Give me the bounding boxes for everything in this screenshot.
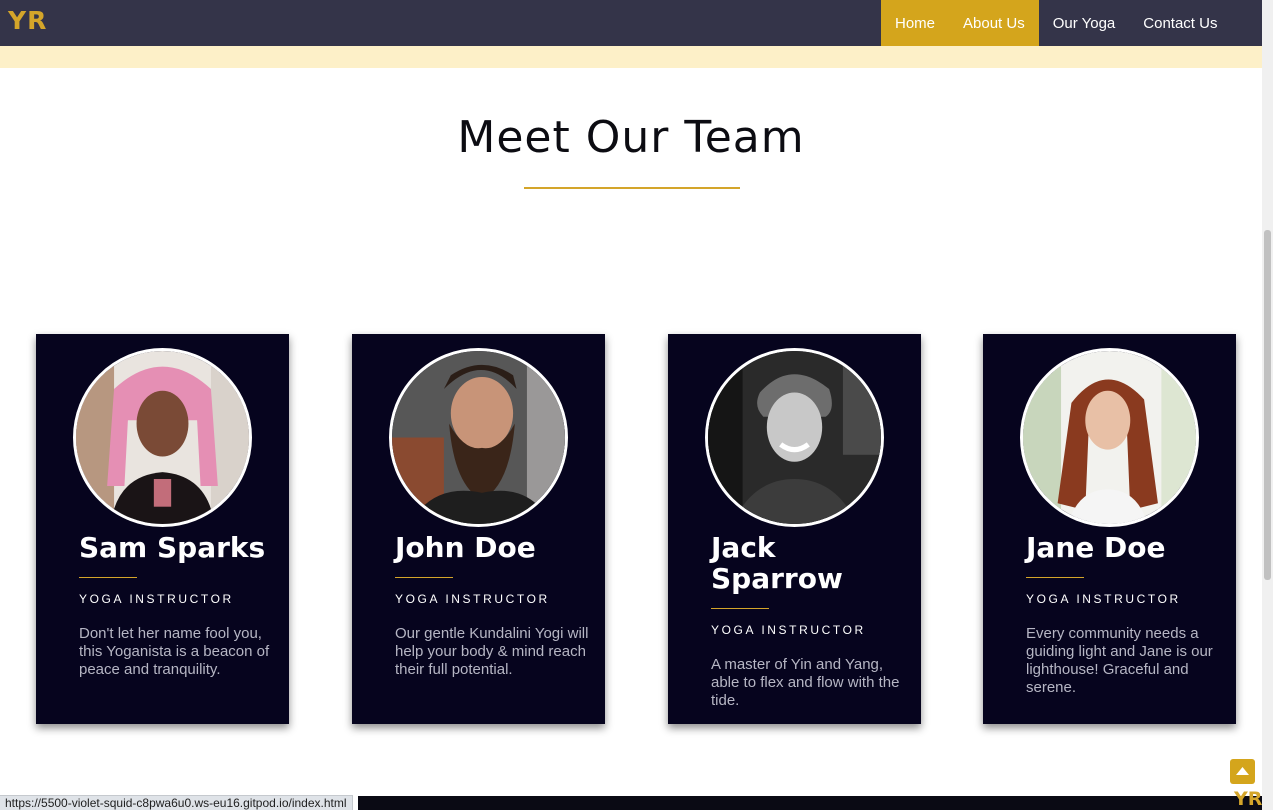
card-role: YOGA INSTRUCTOR: [711, 623, 866, 637]
scrollbar-thumb[interactable]: [1264, 230, 1271, 580]
avatar: [73, 348, 252, 527]
card-divider: [711, 608, 769, 609]
section-title: Meet Our Team: [457, 112, 805, 163]
card-name: Sam Sparks: [79, 531, 266, 564]
card-role: YOGA INSTRUCTOR: [1026, 592, 1181, 606]
team-card-jane-doe: Jane Doe YOGA INSTRUCTOR Every community…: [983, 334, 1236, 724]
card-description: Our gentle Kundalini Yogi will help your…: [395, 625, 589, 678]
nav-link-contact-us[interactable]: Contact Us: [1129, 0, 1231, 46]
card-name: Jack Sparrow: [711, 531, 843, 595]
chevron-up-icon: [1236, 767, 1249, 775]
nav-link-home[interactable]: Home: [881, 0, 950, 46]
page-scrollbar[interactable]: [1262, 0, 1273, 810]
team-card-sam-sparks: Sam Sparks YOGA INSTRUCTOR Don't let her…: [36, 334, 289, 724]
banner-strip: [0, 46, 1262, 68]
card-description: Every community needs a guiding light an…: [1026, 625, 1213, 696]
status-url-tooltip: https://5500-violet-squid-c8pwa6u0.ws-eu…: [0, 795, 353, 810]
nav-link-our-yoga[interactable]: Our Yoga: [1039, 0, 1130, 46]
team-card-jack-sparrow: Jack Sparrow YOGA INSTRUCTOR A master of…: [668, 334, 921, 724]
scroll-to-top-button[interactable]: [1230, 759, 1255, 784]
card-name: Jane Doe: [1026, 531, 1166, 564]
card-role: YOGA INSTRUCTOR: [395, 592, 550, 606]
card-description: Don't let her name fool you, this Yogani…: [79, 625, 270, 678]
team-card-john-doe: John Doe YOGA INSTRUCTOR Our gentle Kund…: [352, 334, 605, 724]
footer-logo: YR: [1234, 788, 1263, 810]
card-divider: [79, 577, 137, 578]
footer-bar: [358, 796, 1262, 810]
card-divider: [1026, 577, 1084, 578]
navbar: YR Home About Us Our Yoga Contact Us: [0, 0, 1262, 46]
nav-link-about-us[interactable]: About Us: [949, 0, 1039, 46]
avatar: [389, 348, 568, 527]
page: YR Home About Us Our Yoga Contact Us Mee…: [0, 0, 1273, 810]
card-divider: [395, 577, 453, 578]
site-logo[interactable]: YR: [8, 6, 47, 35]
avatar: [705, 348, 884, 527]
title-underline: [524, 187, 740, 189]
nav-links: Home About Us Our Yoga Contact Us: [881, 0, 1231, 46]
card-name: John Doe: [395, 531, 536, 564]
card-role: YOGA INSTRUCTOR: [79, 592, 234, 606]
card-description: A master of Yin and Yang, able to flex a…: [711, 656, 900, 709]
avatar: [1020, 348, 1199, 527]
